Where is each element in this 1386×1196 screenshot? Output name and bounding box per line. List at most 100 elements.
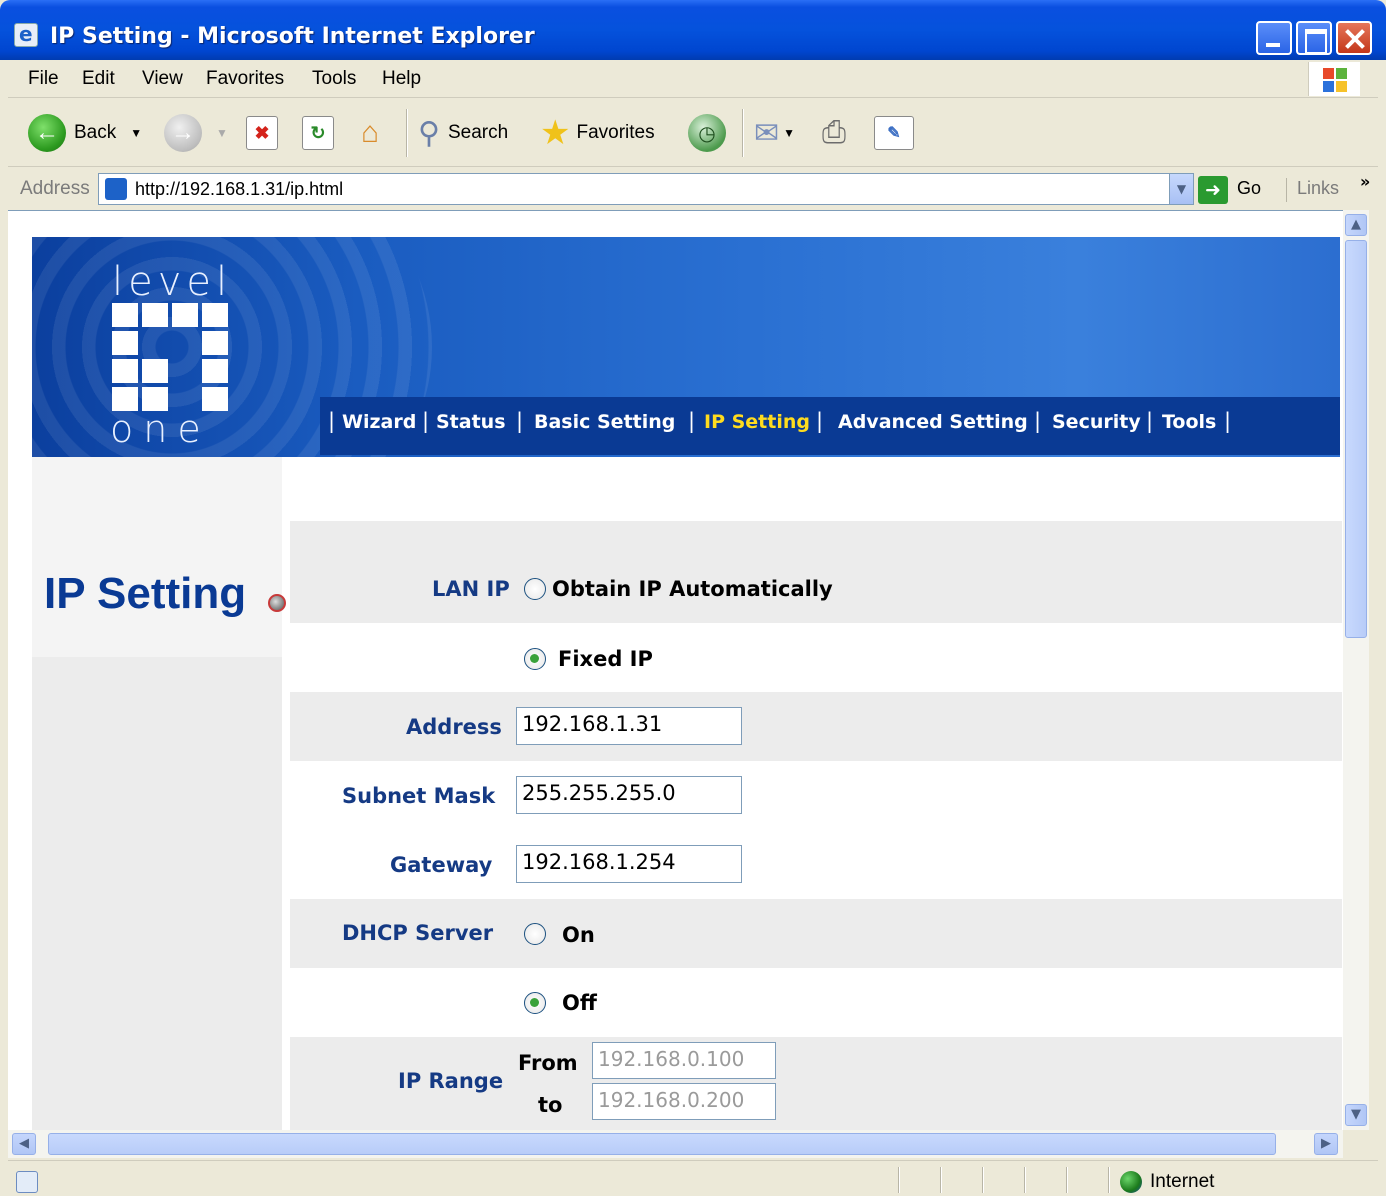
internet-zone-icon [1120,1171,1142,1193]
form-row-dhcp: DHCP Server On [290,899,1342,968]
radio-dhcp-off[interactable] [524,992,546,1014]
range-from-field[interactable]: 192.168.0.100 [592,1042,776,1079]
dhcp-server-label: DHCP Server [342,921,494,945]
nav-wizard[interactable]: Wizard [342,411,416,433]
history-icon: ◷ [688,114,726,152]
nav-security[interactable]: Security [1052,411,1141,433]
range-to-field[interactable]: 192.168.0.200 [592,1083,776,1120]
form-row-subnet: Subnet Mask 255.255.255.0 [290,761,1342,830]
menu-favorites[interactable]: Favorites [206,68,284,90]
back-dropdown-icon[interactable]: ▼ [130,126,142,140]
form-row-fixed-ip: Fixed IP [290,623,1342,692]
forward-button[interactable]: → ▼ [164,113,228,153]
horizontal-scrollbar[interactable]: ◀ ▶ [8,1130,1343,1158]
go-arrow-icon[interactable]: ➜ [1198,176,1228,204]
refresh-button[interactable]: ↻ [302,113,334,153]
mail-dropdown-icon[interactable]: ▼ [783,126,795,140]
logo-text-bottom: one [110,407,211,451]
nav-status[interactable]: Status [436,411,506,433]
go-button[interactable]: Go [1237,178,1261,199]
dhcp-off-label[interactable]: Off [562,991,597,1015]
toolbar: ← Back ▼ → ▼ ✖ ↻ ⌂ ⚲ Search ★ Favorites … [8,99,1378,167]
favorites-button[interactable]: ★ Favorites [540,113,655,153]
print-button[interactable]: ⎙ [822,113,846,153]
gateway-field[interactable]: 192.168.1.254 [516,845,742,883]
menu-help[interactable]: Help [382,68,421,90]
window-title: IP Setting - Microsoft Internet Explorer [50,24,535,49]
router-nav: | Wizard | Status | Basic Setting | IP S… [320,397,1340,455]
address-dropdown-icon[interactable]: ▼ [1169,174,1193,204]
page-viewport: level one | Wizard | Status | Basic Sett… [8,210,1343,1130]
menu-bar: File Edit View Favorites Tools Help [8,60,1378,98]
nav-tools[interactable]: Tools [1162,411,1216,433]
obtain-auto-label[interactable]: Obtain IP Automatically [552,577,833,601]
scroll-down-icon[interactable]: ▼ [1345,1104,1367,1126]
vertical-scroll-thumb[interactable] [1345,240,1367,638]
subnet-mask-label: Subnet Mask [342,784,496,808]
nav-advanced-setting[interactable]: Advanced Setting [838,411,1028,433]
forward-arrow-icon: → [164,114,202,152]
gateway-label: Gateway [390,853,493,877]
address-field[interactable]: 192.168.1.31 [516,707,742,745]
forward-dropdown-icon: ▼ [216,126,228,140]
windows-logo-icon [1308,62,1360,96]
logo-icon [112,303,230,415]
nav-ip-setting[interactable]: IP Setting [704,411,810,433]
close-button[interactable] [1336,21,1372,55]
home-icon: ⌂ [360,116,380,149]
scroll-left-icon[interactable]: ◀ [12,1133,36,1155]
sidebar [32,457,282,1130]
links-button[interactable]: Links [1286,178,1339,202]
history-button[interactable]: ◷ [688,113,726,153]
refresh-icon: ↻ [302,116,334,150]
lan-ip-label: LAN IP [432,577,510,601]
subnet-mask-field[interactable]: 255.255.255.0 [516,776,742,814]
page-status-icon [16,1171,38,1193]
back-arrow-icon: ← [28,114,66,152]
fixed-ip-label[interactable]: Fixed IP [558,647,653,671]
stop-button[interactable]: ✖ [246,113,278,153]
ip-range-label: IP Range [398,1069,504,1093]
scroll-right-icon[interactable]: ▶ [1314,1133,1338,1155]
form-row-dhcp-off: Off [290,968,1342,1037]
form-row-address: Address 192.168.1.31 [290,692,1342,761]
search-label: Search [447,122,509,143]
back-button[interactable]: ← Back ▼ [28,113,142,153]
address-url: http://192.168.1.31/ip.html [135,179,344,199]
vertical-scrollbar[interactable]: ▲ ▼ [1343,210,1369,1130]
edit-button[interactable]: ✎ [874,113,914,153]
stop-icon: ✖ [246,116,278,150]
menu-file[interactable]: File [28,68,59,90]
nav-basic-setting[interactable]: Basic Setting [534,411,675,433]
security-zone-label: Internet [1150,1171,1215,1192]
mail-icon: ✉ [754,116,780,150]
address-bar: Address http://192.168.1.31/ip.html ▼ ➜ … [8,168,1378,210]
logo-text-top: level [112,259,233,305]
home-button[interactable]: ⌂ [354,113,386,153]
mail-button[interactable]: ✉ ▼ [754,113,795,153]
menu-edit[interactable]: Edit [82,68,115,90]
menu-tools[interactable]: Tools [312,68,356,90]
print-icon: ⎙ [822,116,846,149]
range-from-label: From [518,1051,578,1075]
radio-fixed-ip[interactable] [524,648,546,670]
address-field-label: Address [406,715,502,739]
links-chevron-icon[interactable]: » [1360,172,1370,191]
menu-view[interactable]: View [142,68,183,90]
maximize-button[interactable] [1296,21,1332,55]
radio-obtain-auto[interactable] [524,578,546,600]
dhcp-on-label[interactable]: On [562,923,595,947]
minimize-button[interactable] [1256,21,1292,55]
ie-icon [14,22,38,47]
range-to-label: to [538,1093,563,1117]
search-button[interactable]: ⚲ Search [418,113,508,153]
form-row-gateway: Gateway 192.168.1.254 [290,830,1342,899]
horizontal-scroll-thumb[interactable] [48,1133,1276,1155]
form-row-lan-ip: LAN IP Obtain IP Automatically [290,521,1342,623]
search-icon: ⚲ [418,116,440,150]
radio-dhcp-on[interactable] [524,923,546,945]
favorites-label: Favorites [576,122,655,143]
address-input[interactable]: http://192.168.1.31/ip.html ▼ [98,173,1194,205]
favorites-star-icon: ★ [540,114,571,152]
scroll-up-icon[interactable]: ▲ [1345,214,1367,236]
